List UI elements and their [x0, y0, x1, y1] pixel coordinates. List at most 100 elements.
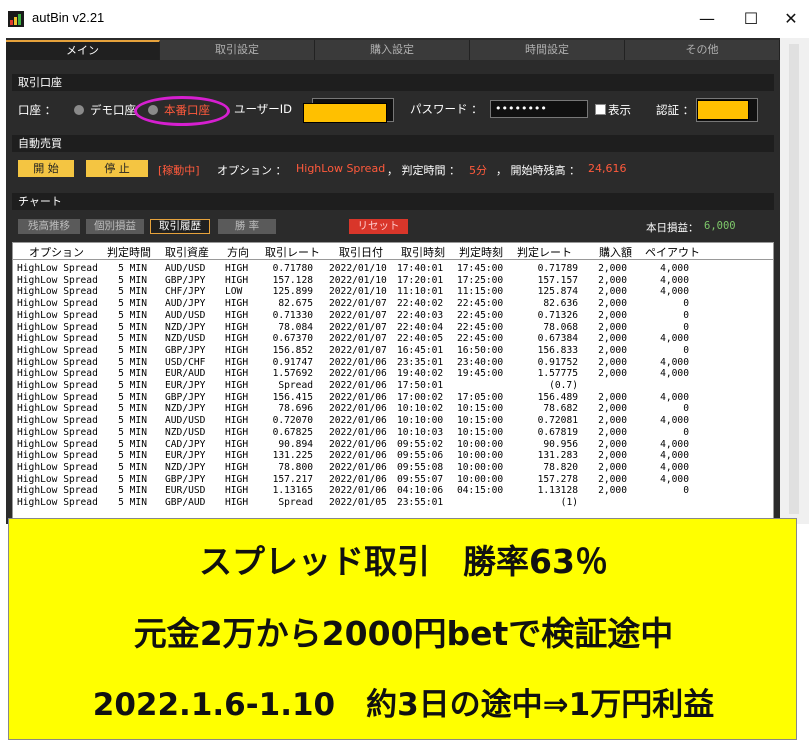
- cell-trade-time: 22:40:04: [397, 321, 444, 333]
- cell-amount: 2,000: [598, 461, 627, 473]
- cell-payout: 4,000: [660, 286, 689, 298]
- cell-option: HighLow Spread: [17, 263, 98, 274]
- cell-trade-date: 2022/01/06: [329, 450, 387, 462]
- cell-direction: HIGH: [225, 368, 249, 380]
- table-row[interactable]: HighLow Spread 5 MIN USD/CHF HIGH 0.91747 202…: [13, 357, 773, 369]
- tab-other[interactable]: その他: [625, 40, 780, 60]
- cell-judge-time: 5 MIN: [118, 321, 147, 333]
- cell-trade-time: 11:10:01: [397, 286, 444, 298]
- table-row[interactable]: HighLow Spread 5 MIN AUD/USD HIGH 0.71780 202…: [13, 263, 773, 275]
- minimize-button[interactable]: —: [687, 6, 727, 32]
- table-row[interactable]: HighLow Spread 5 MIN NZD/JPY HIGH 78.084 2022…: [13, 322, 773, 334]
- cell-trade-date: 2022/01/06: [329, 380, 387, 391]
- cell-trade-rate: 0.72070: [272, 415, 313, 427]
- table-row[interactable]: HighLow Spread 5 MIN EUR/AUD HIGH 1.57692 202…: [13, 368, 773, 380]
- cell-asset: NZD/JPY: [165, 461, 206, 473]
- table-row[interactable]: HighLow Spread 5 MIN CAD/JPY HIGH 90.894 2022…: [13, 439, 773, 451]
- chart-section-header: チャート: [12, 193, 774, 210]
- user-id-field[interactable]: [303, 98, 394, 123]
- cell-trade-rate: 0.91747: [272, 356, 313, 368]
- option-value: HighLow Spread: [296, 162, 386, 175]
- cell-amount: 2,000: [598, 450, 627, 462]
- cell-payout: 0: [683, 344, 689, 356]
- tab-trade-settings[interactable]: 取引設定: [160, 40, 315, 60]
- cell-option: HighLow Spread: [17, 391, 98, 403]
- cell-trade-rate: 0.67370: [272, 333, 313, 345]
- cell-option: HighLow Spread: [17, 450, 98, 462]
- maximize-button[interactable]: ☐: [731, 6, 771, 32]
- cell-payout: 0: [683, 298, 689, 310]
- table-row[interactable]: HighLow Spread 5 MIN AUD/USD HIGH 0.71330 202…: [13, 310, 773, 322]
- cell-trade-time: 09:55:08: [397, 461, 444, 473]
- table-row[interactable]: HighLow Spread 5 MIN EUR/USD HIGH 1.13165 202…: [13, 485, 773, 497]
- win-rate-button[interactable]: 勝 率: [218, 219, 276, 234]
- tab-purchase-settings[interactable]: 購入設定: [315, 40, 470, 60]
- cell-trade-rate: 156.415: [272, 391, 313, 403]
- table-row[interactable]: HighLow Spread 5 MIN GBP/JPY HIGH 157.217 202…: [13, 474, 773, 486]
- cell-payout: 0: [683, 426, 689, 438]
- table-row[interactable]: HighLow Spread 5 MIN NZD/USD HIGH 0.67825 202…: [13, 427, 773, 439]
- scrollbar-track[interactable]: [789, 44, 799, 514]
- cell-amount: 2,000: [598, 403, 627, 415]
- table-row[interactable]: HighLow Spread 5 MIN NZD/JPY HIGH 78.696 2022…: [13, 403, 773, 415]
- trade-history-button[interactable]: 取引履歴: [150, 219, 210, 234]
- table-row[interactable]: HighLow Spread 5 MIN CHF/JPY LOW 125.899 2022…: [13, 286, 773, 298]
- cell-amount: 2,000: [598, 321, 627, 333]
- auth-field[interactable]: [696, 98, 758, 122]
- cell-judge-clock: 10:15:00: [457, 426, 504, 438]
- cell-judge-clock: 10:00:00: [457, 461, 504, 473]
- cell-trade-time: 22:40:03: [397, 309, 444, 321]
- stop-button[interactable]: 停 止: [86, 160, 148, 177]
- cell-payout: 4,000: [660, 333, 689, 345]
- demo-radio[interactable]: [74, 105, 84, 115]
- cell-payout: 4,000: [660, 391, 689, 403]
- tab-main[interactable]: メイン: [6, 40, 160, 60]
- individual-pl-button[interactable]: 個別損益: [86, 219, 144, 234]
- password-field[interactable]: ••••••••: [490, 100, 588, 118]
- cell-judge-clock: 22:45:00: [457, 309, 504, 321]
- cell-judge-time: 5 MIN: [118, 368, 147, 380]
- cell-amount: 2,000: [598, 368, 627, 380]
- table-row[interactable]: HighLow Spread 5 MIN NZD/JPY HIGH 78.800 2022…: [13, 462, 773, 474]
- tab-time-settings[interactable]: 時間設定: [470, 40, 625, 60]
- table-row[interactable]: HighLow Spread 5 MIN GBP/AUD HIGH Spread 2022…: [13, 497, 773, 509]
- cell-trade-time: 09:55:07: [397, 473, 444, 485]
- cell-judge-clock: 10:00:00: [457, 473, 504, 485]
- cell-trade-date: 2022/01/07: [329, 344, 387, 356]
- demo-account-label: デモ口座: [90, 103, 136, 117]
- cell-judge-clock: 17:45:00: [457, 263, 504, 274]
- reset-button[interactable]: リセット: [349, 219, 408, 234]
- cell-payout: 4,000: [660, 356, 689, 368]
- cell-direction: HIGH: [225, 356, 249, 368]
- overlay-line-2: 元金2万から2000円betで検証途中: [133, 614, 674, 653]
- start-button[interactable]: 開 始: [18, 160, 74, 177]
- cell-judge-rate: 156.489: [537, 391, 578, 403]
- cell-judge-time: 5 MIN: [118, 473, 147, 485]
- table-row[interactable]: HighLow Spread 5 MIN NZD/USD HIGH 0.67370 202…: [13, 333, 773, 345]
- table-row[interactable]: HighLow Spread 5 MIN AUD/USD HIGH 0.72070 202…: [13, 415, 773, 427]
- cell-trade-date: 2022/01/10: [329, 286, 387, 298]
- cell-trade-time: 17:20:01: [397, 274, 444, 286]
- cell-option: HighLow Spread: [17, 461, 98, 473]
- cell-judge-time: 5 MIN: [118, 438, 147, 450]
- close-button[interactable]: ✕: [771, 6, 809, 32]
- cell-judge-time: 5 MIN: [118, 286, 147, 298]
- cell-trade-rate: Spread: [278, 380, 313, 391]
- cell-asset: GBP/JPY: [165, 274, 206, 286]
- table-row[interactable]: HighLow Spread 5 MIN GBP/JPY HIGH 156.852 202…: [13, 345, 773, 357]
- cell-option: HighLow Spread: [17, 274, 98, 286]
- table-row[interactable]: HighLow Spread 5 MIN AUD/JPY HIGH 82.675 2022…: [13, 298, 773, 310]
- show-password-checkbox[interactable]: [595, 104, 606, 115]
- cell-judge-rate: 1.13128: [537, 485, 578, 497]
- cell-judge-clock: 23:40:00: [457, 356, 504, 368]
- cell-asset: CHF/JPY: [165, 286, 206, 298]
- table-row[interactable]: HighLow Spread 5 MIN EUR/JPY HIGH 131.225 202…: [13, 450, 773, 462]
- balance-history-button[interactable]: 残高推移: [18, 219, 80, 234]
- cell-direction: HIGH: [225, 485, 249, 497]
- table-row[interactable]: HighLow Spread 5 MIN GBP/JPY HIGH 156.415 202…: [13, 392, 773, 404]
- table-row[interactable]: HighLow Spread 5 MIN GBP/JPY HIGH 157.128 202…: [13, 275, 773, 287]
- cell-judge-clock: 10:00:00: [457, 438, 504, 450]
- cell-asset: AUD/USD: [165, 415, 206, 427]
- status-text: [稼動中]: [158, 164, 200, 177]
- table-row[interactable]: HighLow Spread 5 MIN EUR/JPY HIGH Spread 2022…: [13, 380, 773, 392]
